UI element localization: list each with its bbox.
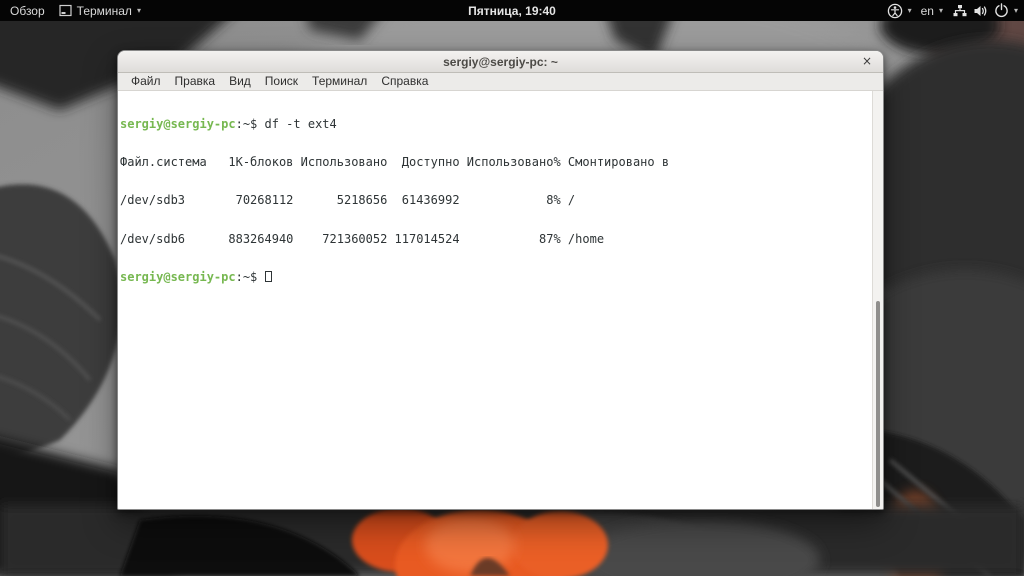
terminal-cursor xyxy=(264,271,272,283)
chevron-down-icon: ▾ xyxy=(907,5,912,15)
menu-item-help[interactable]: Справка xyxy=(374,73,435,90)
keyboard-layout-menu[interactable]: en ▾ xyxy=(921,4,943,18)
terminal-scrollbar[interactable] xyxy=(872,91,883,509)
df-row-sdb3: /dev/sdb3 70268112 5218656 61436992 8% / xyxy=(120,193,576,208)
terminal-window: sergiy@sergiy-pc: ~ × Файл Правка Вид По… xyxy=(117,50,884,510)
prompt-tail: :~$ xyxy=(235,270,265,285)
menu-item-edit[interactable]: Правка xyxy=(168,73,223,90)
menu-item-view[interactable]: Вид xyxy=(222,73,258,90)
terminal-prompt-line: sergiy@sergiy-pc:~$ df -t ext4 xyxy=(120,116,867,131)
prompt-tail: :~$ xyxy=(235,116,265,131)
volume-icon xyxy=(974,5,987,16)
gnome-top-bar: Обзор Терминал ▾ Пятница, 19:40 ▾ en ▾ ▾ xyxy=(0,0,1024,21)
accessibility-menu[interactable]: ▾ xyxy=(887,3,912,19)
chevron-down-icon: ▾ xyxy=(1013,5,1018,15)
terminal-cursor-line: sergiy@sergiy-pc:~$ xyxy=(120,271,867,284)
menu-bar: Файл Правка Вид Поиск Терминал Справка xyxy=(118,73,883,91)
close-button[interactable]: × xyxy=(859,54,875,70)
system-status-menu[interactable]: ▾ xyxy=(952,3,1018,18)
prompt-user: sergiy@sergiy-pc xyxy=(120,270,236,285)
scrollbar-thumb[interactable] xyxy=(876,300,880,507)
keyboard-layout-label: en xyxy=(920,3,934,18)
prompt-user: sergiy@sergiy-pc xyxy=(120,116,236,131)
menu-item-search[interactable]: Поиск xyxy=(258,73,305,90)
menu-item-terminal[interactable]: Терминал xyxy=(305,73,374,90)
window-titlebar[interactable]: sergiy@sergiy-pc: ~ × xyxy=(118,51,883,73)
clock-button[interactable]: Пятница, 19:40 xyxy=(0,4,1024,18)
accessibility-icon xyxy=(887,3,902,18)
window-title: sergiy@sergiy-pc: ~ xyxy=(443,54,558,69)
menu-item-file[interactable]: Файл xyxy=(124,73,168,90)
chevron-down-icon: ▾ xyxy=(938,5,943,15)
df-header-line: Файл.система 1К-блоков Использовано Дост… xyxy=(120,154,670,169)
power-icon xyxy=(995,3,1008,18)
df-row-sdb6: /dev/sdb6 883264940 721360052 117014524 … xyxy=(120,231,605,246)
terminal-screen[interactable]: sergiy@sergiy-pc:~$ df -t ext4 Файл.сист… xyxy=(118,91,883,509)
command-text: df -t ext4 xyxy=(264,116,337,131)
wired-network-icon xyxy=(953,4,967,16)
